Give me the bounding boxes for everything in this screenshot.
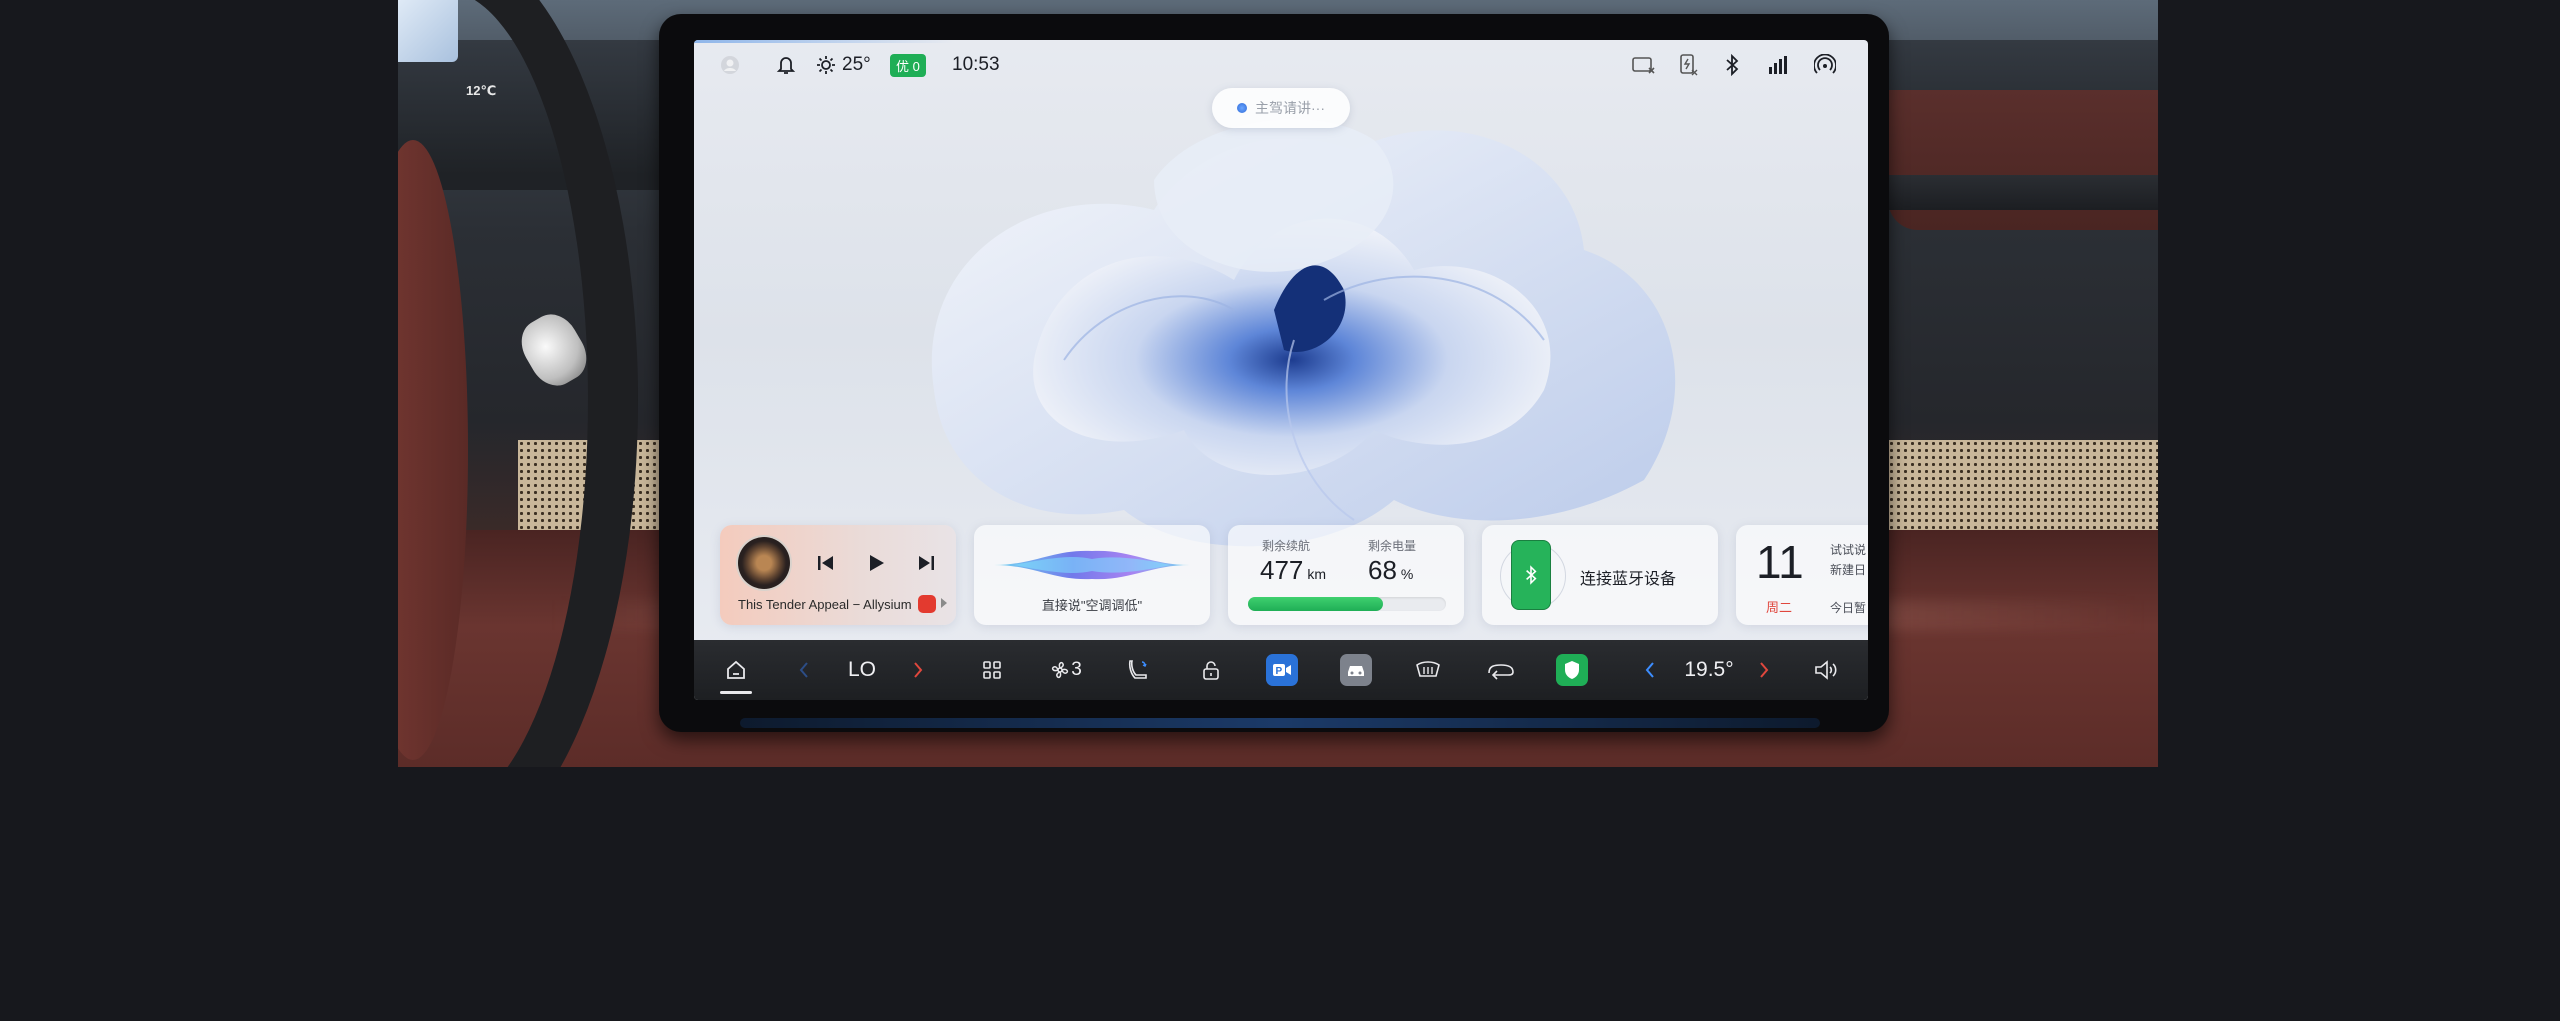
voice-assistant-icon xyxy=(1237,103,1247,113)
driver-temp-up-button[interactable] xyxy=(906,650,930,690)
security-app-icon xyxy=(1556,654,1588,686)
battery-bar xyxy=(1248,597,1446,611)
record-off-icon[interactable] xyxy=(1632,52,1656,78)
battery-value-group: 68% xyxy=(1368,555,1413,586)
home-button[interactable] xyxy=(720,650,752,690)
clock-time: 10:53 xyxy=(952,54,1000,75)
phone-bluetooth-icon xyxy=(1512,541,1550,609)
voice-assistant-placeholder: 主驾请讲··· xyxy=(1255,100,1325,116)
battery-unit: % xyxy=(1400,566,1414,582)
passenger-temperature[interactable]: 19.5° xyxy=(1676,650,1742,690)
weather-temperature: 25° xyxy=(842,54,871,75)
bluetooth-card[interactable]: 连接蓝牙设备 xyxy=(1482,525,1718,625)
chevron-left-icon xyxy=(1645,662,1654,678)
apps-button[interactable] xyxy=(978,650,1006,690)
prev-icon xyxy=(818,556,833,570)
chevron-right-icon xyxy=(914,662,923,678)
next-icon xyxy=(919,556,934,570)
fan-button[interactable]: 3 xyxy=(1046,650,1086,690)
fan-level: 3 xyxy=(1071,659,1082,680)
clock: 10:53 xyxy=(952,52,1000,78)
chevron-left-icon xyxy=(799,662,808,678)
signal-icon[interactable] xyxy=(1768,52,1790,78)
driver-temperature[interactable]: LO xyxy=(842,650,882,690)
rear-defrost-button[interactable] xyxy=(1412,650,1444,690)
volume-icon xyxy=(1815,660,1837,680)
lock-button[interactable] xyxy=(1196,650,1226,690)
display-light-bar xyxy=(740,718,1820,728)
infotainment-screen: 25° 优 0 10:53 主驾请讲··· This Tender Appeal… xyxy=(694,40,1868,700)
driver-temperature-value: LO xyxy=(847,658,876,681)
apps-grid-icon xyxy=(983,661,1001,679)
bell-icon[interactable] xyxy=(776,52,796,78)
camera-app-icon: P xyxy=(1266,654,1298,686)
passenger-temperature-value: 19.5° xyxy=(1684,658,1734,681)
voice-wave-icon xyxy=(994,550,1190,580)
calendar-line-3: 今日暂 xyxy=(1830,601,1867,615)
play-icon xyxy=(870,555,884,571)
status-bar: 25° 优 0 10:53 xyxy=(694,40,1868,90)
seat-icon xyxy=(1128,660,1147,679)
air-quality-text: 优 0 xyxy=(890,53,926,77)
voice-assistant-pill[interactable]: 主驾请讲··· xyxy=(1212,88,1350,128)
range-value-group: 477 km xyxy=(1260,555,1326,586)
range-unit: km xyxy=(1307,566,1327,582)
fan-icon xyxy=(1052,661,1069,679)
recirculation-button[interactable] xyxy=(1484,650,1518,690)
calendar-day: 11 xyxy=(1756,536,1804,588)
chevron-right-icon[interactable] xyxy=(941,598,947,608)
passenger-temp-down-button[interactable] xyxy=(1638,650,1662,690)
volume-button[interactable] xyxy=(1810,650,1842,690)
album-art[interactable] xyxy=(738,537,790,589)
charge-off-icon[interactable] xyxy=(1678,52,1698,78)
svg-text:P: P xyxy=(1276,666,1283,677)
passenger-temp-up-button[interactable] xyxy=(1752,650,1776,690)
camera-app-button[interactable]: P xyxy=(1266,650,1298,690)
calendar-card[interactable]: 11 周二 试试说 新建日 今日暂 xyxy=(1736,525,1868,625)
energy-card[interactable]: 剩余续航 477 km 剩余电量 68% xyxy=(1228,525,1464,625)
voice-hint-text: 直接说"空调调低" xyxy=(1041,598,1143,613)
avatar-icon[interactable] xyxy=(720,52,740,78)
sun-icon xyxy=(817,56,835,74)
weather[interactable]: 25° xyxy=(816,52,871,78)
bluetooth-connect-label: 连接蓝牙设备 xyxy=(1580,571,1677,588)
car-app-button[interactable] xyxy=(1340,650,1372,690)
range-value: 477 xyxy=(1260,555,1304,585)
lock-icon xyxy=(1203,661,1219,680)
voice-card[interactable]: 直接说"空调调低" xyxy=(974,525,1210,625)
chevron-right-icon xyxy=(1760,662,1769,678)
instrument-cluster xyxy=(398,0,458,62)
speaker-grille-right xyxy=(1888,440,2158,535)
cluster-temperature: 12℃ xyxy=(466,83,497,98)
recirculation-icon xyxy=(1488,664,1514,680)
bluetooth-icon[interactable] xyxy=(1724,52,1740,78)
flower-wallpaper xyxy=(931,119,1676,547)
home-active-indicator xyxy=(720,691,752,694)
car-app-icon xyxy=(1340,654,1372,686)
play-button[interactable] xyxy=(862,549,890,577)
battery-bar-fill xyxy=(1248,597,1383,611)
next-button[interactable] xyxy=(912,549,940,577)
music-card[interactable]: This Tender Appeal − Allysium xyxy=(720,525,956,625)
battery-value: 68 xyxy=(1368,555,1397,585)
calendar-line-1: 试试说 xyxy=(1830,543,1867,557)
security-app-button[interactable] xyxy=(1556,650,1588,690)
driver-temp-down-button[interactable] xyxy=(792,650,816,690)
air-quality-badge: 优 0 xyxy=(890,52,926,78)
hotspot-icon[interactable] xyxy=(1814,52,1836,78)
home-icon xyxy=(727,660,745,679)
rear-defrost-icon xyxy=(1416,661,1440,677)
seat-button[interactable] xyxy=(1124,650,1154,690)
air-vent-right xyxy=(1888,175,2158,210)
netease-music-icon[interactable] xyxy=(918,595,936,613)
song-title: This Tender Appeal − Allysium xyxy=(738,597,912,612)
bottom-dock: LO 3 P 19.5° xyxy=(694,640,1868,700)
range-label: 剩余续航 xyxy=(1262,539,1311,553)
calendar-weekday: 周二 xyxy=(1766,600,1793,615)
calendar-line-2: 新建日 xyxy=(1830,563,1867,577)
battery-label: 剩余电量 xyxy=(1368,539,1417,553)
prev-button[interactable] xyxy=(812,549,840,577)
